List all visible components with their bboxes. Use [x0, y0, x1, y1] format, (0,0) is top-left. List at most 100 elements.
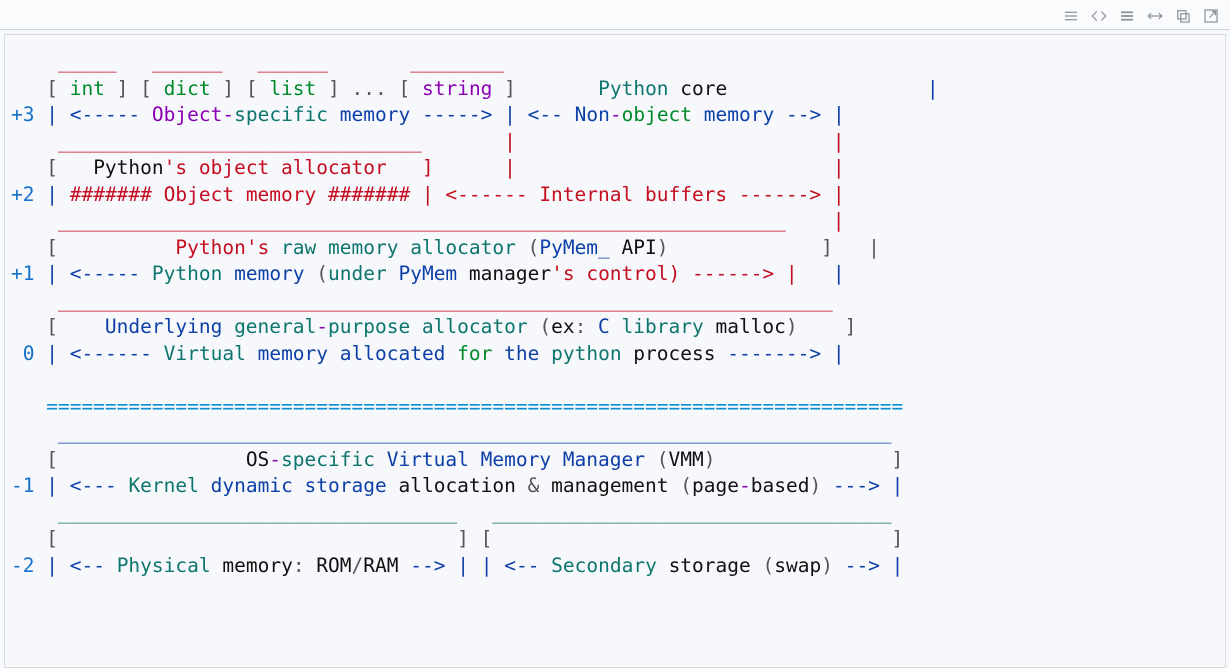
tok: |	[809, 262, 844, 285]
tok: C	[586, 315, 609, 338]
tok: (	[528, 315, 551, 338]
tok: PyMem	[387, 262, 457, 285]
tok: |	[34, 554, 69, 577]
tok: ----->	[422, 103, 492, 126]
tok: |	[34, 183, 69, 206]
tok: [	[387, 77, 422, 100]
tok: 's control) ------> |	[551, 262, 809, 285]
tok: for	[457, 342, 492, 365]
tok: [	[11, 77, 70, 100]
tok: |	[34, 103, 69, 126]
tok: under	[328, 262, 387, 285]
tok: :	[575, 315, 587, 338]
tok: Physical	[105, 554, 211, 577]
tok: |	[880, 474, 903, 497]
tok: --	[81, 554, 104, 577]
tok: -->	[786, 103, 821, 126]
tok: the	[492, 342, 539, 365]
tok: |	[727, 77, 938, 100]
tok: (	[316, 262, 328, 285]
tok: allocation	[398, 474, 527, 497]
tok: process	[622, 342, 728, 365]
tok: |	[821, 103, 844, 126]
tok: +3	[11, 103, 34, 126]
tok: memory allocated	[246, 342, 457, 365]
tok: <	[70, 474, 82, 497]
tok: 0	[11, 342, 34, 365]
tok: |	[880, 554, 903, 577]
tok: [	[11, 156, 93, 179]
tok: ) ] |	[657, 236, 880, 259]
tok: Secondary	[539, 554, 656, 577]
tok: -----	[81, 103, 140, 126]
tok: -1	[11, 474, 34, 497]
tok: &	[528, 474, 540, 497]
tok: Python	[175, 236, 245, 259]
tok: <	[70, 103, 82, 126]
tok: dict	[164, 77, 211, 100]
tok: (	[680, 474, 692, 497]
tok: management	[539, 474, 680, 497]
tok: ####### Object memory ####### | <------ …	[70, 183, 845, 206]
tok: ]	[316, 77, 351, 100]
tok: Object	[140, 103, 222, 126]
tok: python	[539, 342, 621, 365]
tok: memory	[692, 103, 786, 126]
tok: Virtual	[152, 342, 246, 365]
hamburger-icon[interactable]	[1060, 5, 1082, 27]
tok: ------	[81, 342, 151, 365]
tok: Underlying	[105, 315, 222, 338]
tok: list	[269, 77, 316, 100]
tok: int	[70, 77, 105, 100]
tok: ] [	[211, 77, 270, 100]
tok: OS	[246, 448, 269, 471]
code-line: ________________________________________…	[11, 289, 833, 312]
tok: (	[516, 236, 539, 259]
tok: storage	[657, 554, 763, 577]
expand-horizontal-icon[interactable]	[1144, 5, 1166, 27]
tok: raw memory allocator	[269, 236, 516, 259]
tok: -->	[410, 554, 445, 577]
tok: ]	[492, 77, 598, 100]
tok: API	[610, 236, 657, 259]
code-line: _____ ______ ______ ________	[11, 50, 504, 73]
tok: |	[821, 342, 844, 365]
tok: |	[34, 474, 69, 497]
stack-icon[interactable]	[1116, 5, 1138, 27]
tok: [	[11, 315, 105, 338]
tok: Python	[93, 156, 163, 179]
tok: PyMem_	[539, 236, 609, 259]
code-line: ========================================…	[11, 395, 903, 418]
tok: ...	[352, 77, 387, 100]
tok: Kernel	[117, 474, 199, 497]
tok: ROM	[305, 554, 352, 577]
tok: memory	[211, 554, 293, 577]
tok: <	[70, 342, 82, 365]
tok: VMM	[668, 448, 703, 471]
tok: string	[422, 77, 492, 100]
tok: ] [	[105, 77, 164, 100]
code-icon[interactable]	[1088, 5, 1110, 27]
code-line: ________________________________________…	[11, 421, 892, 444]
tok: -	[739, 474, 751, 497]
tok: <	[504, 554, 516, 577]
tok: /	[352, 554, 364, 577]
tok: |	[492, 103, 527, 126]
tok: +1	[11, 262, 34, 285]
copy-icon[interactable]	[1172, 5, 1194, 27]
tok: -	[316, 315, 328, 338]
tok: specific	[281, 448, 375, 471]
popout-icon[interactable]	[1200, 5, 1222, 27]
tok: RAM	[363, 554, 410, 577]
tok: purpose	[328, 315, 410, 338]
tok: core	[669, 77, 728, 100]
tok: --	[516, 554, 539, 577]
tok: --->	[833, 474, 880, 497]
tok: Python	[598, 77, 668, 100]
tok: ex	[551, 315, 574, 338]
tok: [	[11, 236, 175, 259]
tok: <	[70, 554, 82, 577]
tok: ) ]	[704, 448, 904, 471]
tok: allocator	[410, 315, 527, 338]
tok: :	[293, 554, 305, 577]
